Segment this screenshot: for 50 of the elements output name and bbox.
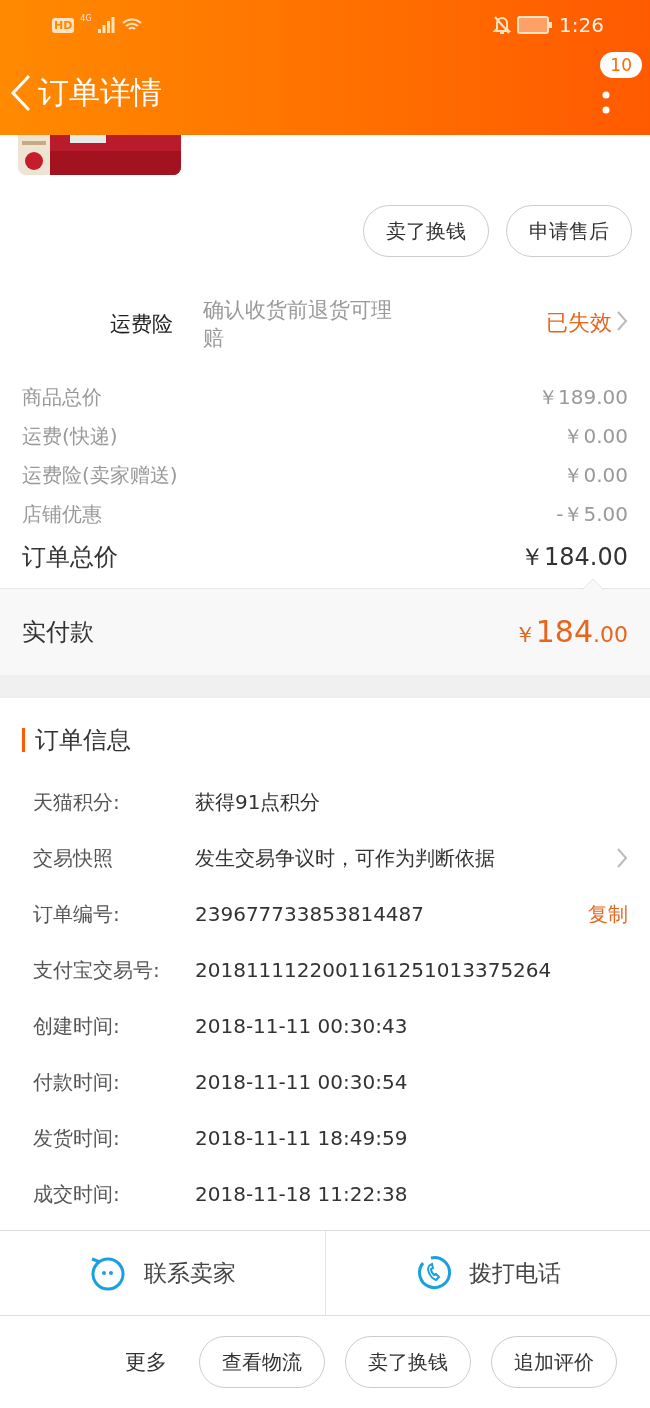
info-label: 创建时间:: [33, 1012, 121, 1040]
hd-icon: HD: [52, 17, 75, 33]
total-label: 订单总价: [22, 542, 118, 573]
insurance-description: 确认收货前退货可理赔: [203, 297, 393, 352]
notification-badge: 10: [600, 52, 642, 78]
info-label: 订单编号:: [33, 900, 121, 928]
back-icon[interactable]: [10, 73, 32, 112]
signal-icon: [97, 17, 116, 33]
price-value: -￥5.00: [556, 501, 628, 528]
more-label: 更多: [125, 1349, 167, 1376]
info-value: 239677733853814487: [195, 902, 426, 926]
insurance-label: 运费险: [110, 311, 174, 338]
section-accent-bar: [22, 728, 25, 752]
info-label: 支付宝交易号:: [33, 956, 161, 984]
action-button[interactable]: 追加评价: [491, 1336, 617, 1388]
total-value: ￥184.00: [520, 542, 628, 573]
paid-label: 实付款: [22, 617, 94, 648]
price-value: ￥0.00: [563, 462, 628, 489]
info-label: 成交时间:: [33, 1180, 121, 1208]
chevron-right-icon: [616, 847, 628, 869]
info-value: 2018-11-11 18:49:59: [195, 1126, 409, 1150]
action-button[interactable]: 卖了换钱: [363, 205, 489, 257]
price-label: 运费险(卖家赠送): [22, 462, 178, 489]
section-title: 订单信息: [35, 725, 131, 756]
paid-amount: ￥184.00: [513, 614, 628, 650]
info-value: 2018111122001161251013375264: [195, 958, 553, 982]
network-label: 4G: [80, 14, 92, 23]
info-label: 交易快照: [33, 844, 114, 872]
action-button[interactable]: 申请售后: [506, 205, 632, 257]
info-value: 获得91点积分: [195, 788, 322, 816]
chevron-right-icon: [616, 310, 628, 332]
page-title: 订单详情: [38, 72, 162, 112]
action-button[interactable]: 查看物流: [199, 1336, 325, 1388]
price-value: ￥0.00: [563, 423, 628, 450]
action-button[interactable]: 卖了换钱: [345, 1336, 471, 1388]
info-value: 发生交易争议时，可作为判断依据: [195, 844, 496, 872]
status-time: 1:26: [559, 13, 604, 37]
price-value: ￥189.00: [538, 384, 628, 411]
more-icon[interactable]: [602, 89, 610, 116]
price-label: 运费(快递): [22, 423, 118, 450]
battery-icon: [517, 16, 554, 34]
info-value: 2018-11-11 00:30:43: [195, 1014, 409, 1038]
price-label: 商品总价: [22, 384, 102, 411]
muted-bell-icon: [493, 15, 512, 35]
info-label: 付款时间:: [33, 1068, 121, 1096]
info-value: 2018-11-18 11:22:38: [195, 1182, 409, 1206]
info-value: 2018-11-11 00:30:54: [195, 1070, 409, 1094]
price-label: 店铺优惠: [22, 501, 102, 528]
info-label: 发货时间:: [33, 1124, 121, 1152]
info-label: 天猫积分:: [33, 788, 121, 816]
